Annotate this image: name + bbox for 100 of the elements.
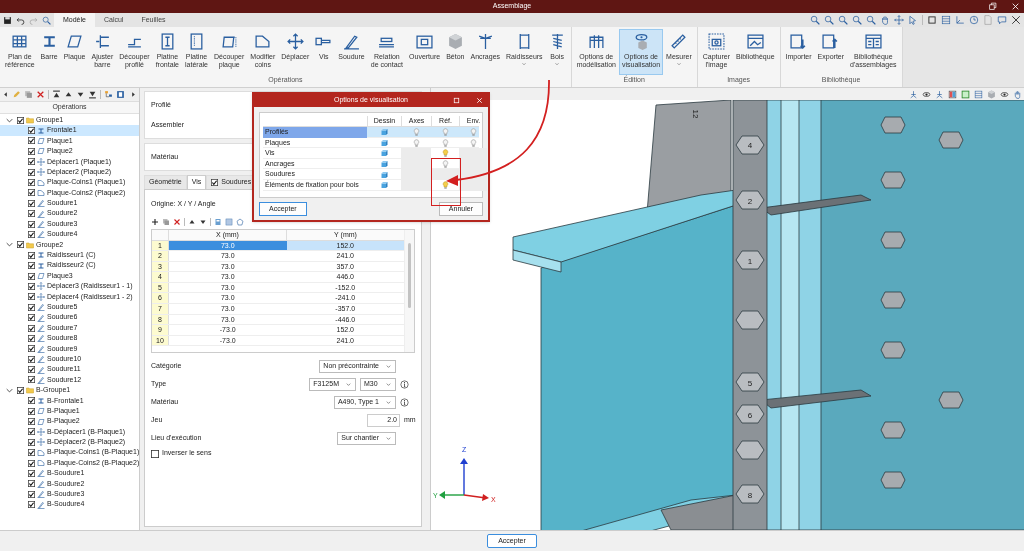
scroll-left-icon[interactable] bbox=[2, 91, 9, 98]
panel-icon[interactable] bbox=[116, 90, 125, 99]
move-bottom-icon[interactable] bbox=[88, 90, 97, 99]
tools-icon[interactable] bbox=[1011, 15, 1021, 25]
speech-bubble-icon[interactable] bbox=[997, 15, 1007, 25]
checkbox[interactable] bbox=[28, 324, 35, 332]
undo-icon[interactable] bbox=[16, 15, 25, 25]
checkbox[interactable] bbox=[28, 397, 35, 405]
checkbox[interactable] bbox=[17, 241, 24, 249]
clock-icon[interactable] bbox=[969, 15, 979, 25]
checkbox[interactable] bbox=[28, 376, 35, 384]
split-square-icon[interactable] bbox=[948, 89, 957, 99]
tripod-icon[interactable] bbox=[935, 89, 944, 99]
move-top-icon[interactable] bbox=[52, 90, 61, 99]
checkbox[interactable] bbox=[28, 272, 35, 280]
move-arrows-icon[interactable] bbox=[894, 15, 904, 25]
move-up-icon[interactable] bbox=[64, 90, 73, 99]
chevron-icon[interactable] bbox=[6, 241, 13, 249]
info-icon[interactable] bbox=[400, 398, 409, 407]
save-icon[interactable] bbox=[3, 15, 12, 25]
square-icon[interactable] bbox=[961, 89, 970, 99]
bolt-label: 1 bbox=[747, 257, 753, 266]
search-icon[interactable] bbox=[42, 15, 51, 25]
opening-icon bbox=[416, 33, 434, 50]
close-icon[interactable] bbox=[1011, 2, 1020, 11]
cursor-icon[interactable] bbox=[908, 15, 918, 25]
checkbox[interactable] bbox=[28, 210, 35, 218]
checkbox[interactable] bbox=[28, 137, 35, 145]
tree-icon[interactable] bbox=[104, 90, 113, 99]
checkbox[interactable] bbox=[28, 293, 35, 301]
checkbox[interactable] bbox=[28, 158, 35, 166]
maximize-icon[interactable] bbox=[452, 96, 461, 105]
checkbox[interactable] bbox=[28, 127, 35, 135]
cube-icon[interactable] bbox=[380, 181, 388, 190]
lightbulb-icon[interactable] bbox=[441, 181, 449, 190]
cube-icon[interactable] bbox=[380, 149, 388, 158]
checkbox[interactable] bbox=[28, 231, 35, 238]
checkbox[interactable] bbox=[211, 179, 219, 186]
parallelogram-icon bbox=[37, 272, 45, 281]
checkbox[interactable] bbox=[28, 480, 35, 488]
checkbox[interactable] bbox=[28, 449, 35, 457]
checkbox[interactable] bbox=[28, 179, 35, 187]
checkbox[interactable] bbox=[28, 407, 35, 415]
camera-icon bbox=[707, 33, 725, 50]
checkbox[interactable] bbox=[17, 386, 24, 394]
scrollbar[interactable] bbox=[404, 229, 414, 352]
weld-pen-icon bbox=[37, 324, 45, 332]
checkbox[interactable] bbox=[151, 449, 159, 458]
checkbox[interactable] bbox=[28, 469, 35, 477]
checkbox[interactable] bbox=[28, 438, 35, 446]
checkbox[interactable] bbox=[28, 459, 35, 467]
checkbox[interactable] bbox=[28, 366, 35, 374]
checkbox[interactable] bbox=[28, 501, 35, 509]
eye-icon[interactable] bbox=[922, 89, 931, 99]
checkbox[interactable] bbox=[28, 345, 35, 353]
caret-icon bbox=[521, 61, 528, 67]
grid-icon[interactable] bbox=[941, 15, 951, 25]
add-icon[interactable] bbox=[151, 217, 159, 226]
move-down-icon[interactable] bbox=[76, 90, 85, 99]
cube-icon[interactable] bbox=[380, 170, 388, 179]
checkbox[interactable] bbox=[28, 220, 35, 228]
checkbox[interactable] bbox=[28, 418, 35, 425]
export-icon bbox=[822, 33, 840, 50]
checkbox[interactable] bbox=[28, 428, 35, 436]
checkbox[interactable] bbox=[28, 303, 35, 311]
restore-icon[interactable] bbox=[988, 2, 997, 11]
caret-icon bbox=[385, 399, 392, 406]
checkbox[interactable] bbox=[28, 314, 35, 322]
checkbox[interactable] bbox=[17, 116, 24, 124]
cube-icon[interactable] bbox=[380, 160, 388, 169]
checkbox[interactable] bbox=[28, 334, 35, 342]
axes-icon[interactable] bbox=[955, 15, 965, 25]
bands-icon[interactable] bbox=[974, 89, 983, 99]
square-icon[interactable] bbox=[927, 15, 937, 25]
checkbox[interactable] bbox=[28, 199, 35, 207]
close-icon[interactable] bbox=[475, 96, 484, 105]
axes-icon[interactable] bbox=[909, 89, 918, 99]
hand-icon[interactable] bbox=[1013, 89, 1022, 99]
checkbox[interactable] bbox=[28, 490, 35, 498]
checkbox[interactable] bbox=[28, 189, 35, 197]
scroll-right-icon[interactable] bbox=[130, 91, 137, 98]
chevron-icon[interactable] bbox=[6, 386, 13, 394]
checkbox[interactable] bbox=[28, 355, 35, 363]
folder-icon bbox=[26, 116, 34, 125]
delete-icon[interactable] bbox=[36, 90, 45, 99]
checkbox[interactable] bbox=[28, 262, 35, 270]
info-icon[interactable] bbox=[400, 380, 409, 389]
checkbox[interactable] bbox=[28, 251, 35, 259]
checkbox[interactable] bbox=[28, 147, 35, 155]
move-arrows-icon bbox=[37, 427, 45, 436]
calculator-icon[interactable] bbox=[214, 217, 222, 226]
checkbox[interactable] bbox=[28, 168, 35, 176]
chevron-icon[interactable] bbox=[6, 116, 13, 124]
unavailable-cell bbox=[459, 169, 487, 180]
eye-icon[interactable] bbox=[1000, 89, 1009, 99]
cube-icon[interactable] bbox=[380, 138, 388, 147]
cube-icon[interactable] bbox=[380, 128, 388, 137]
delete-icon[interactable] bbox=[173, 217, 181, 226]
hand-icon[interactable] bbox=[880, 15, 890, 25]
checkbox[interactable] bbox=[28, 282, 35, 290]
